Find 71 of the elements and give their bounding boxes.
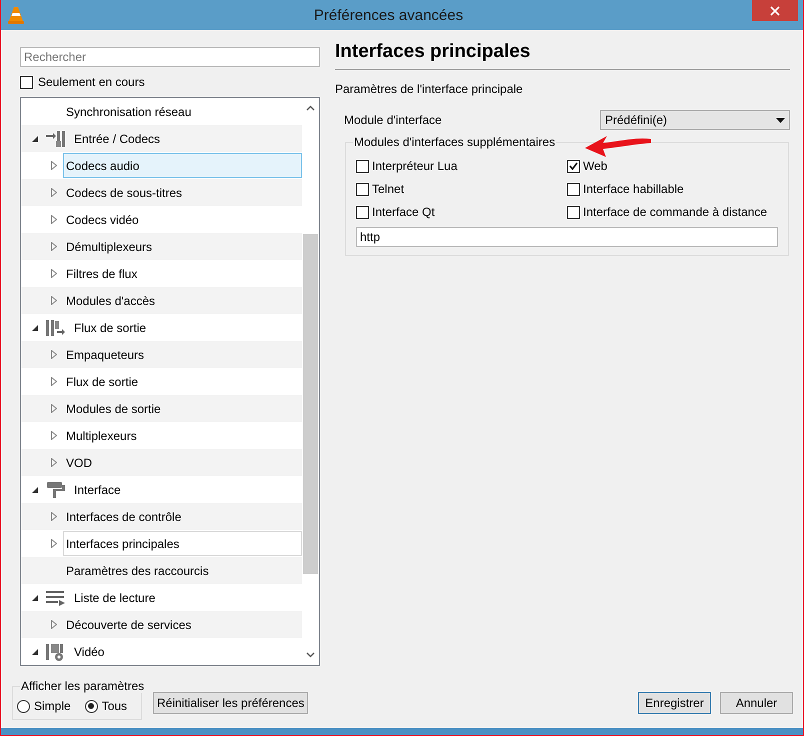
checkbox[interactable] (356, 206, 369, 218)
reset-button[interactable]: Réinitialiser les préférences (153, 692, 308, 714)
tree-item[interactable]: Flux de sortie (63, 369, 302, 394)
tree-item[interactable]: Interfaces principales (63, 531, 302, 556)
scroll-up-icon[interactable] (306, 105, 315, 111)
expand-arrow-icon[interactable] (51, 161, 57, 170)
tree-category[interactable]: Interface (74, 482, 121, 496)
group-title: Modules d'interfaces supplémentaires (353, 135, 556, 149)
tree-item[interactable]: Codecs vidéo (63, 207, 302, 232)
expand-arrow-icon[interactable] (51, 269, 57, 278)
field-label: Module d'interface (344, 113, 443, 127)
tree-category[interactable]: Vidéo (74, 644, 104, 658)
checkbox-label: Web (583, 159, 608, 173)
module-dropdown[interactable]: Prédéfini(e) (600, 110, 790, 130)
panel-title: Interfaces principales (335, 41, 790, 70)
checkbox[interactable] (567, 182, 580, 196)
scroll-thumb[interactable] (303, 234, 318, 574)
expand-arrow-icon[interactable] (51, 215, 57, 224)
expand-arrow-icon[interactable] (51, 512, 57, 521)
expand-arrow-icon[interactable] (51, 296, 57, 305)
collapse-triangle-icon[interactable] (31, 594, 39, 602)
category-icon (45, 128, 67, 148)
expand-arrow-icon[interactable] (51, 431, 57, 440)
tree-item[interactable]: Synchronisation réseau (63, 99, 302, 124)
checkbox[interactable] (356, 182, 369, 196)
tree-category[interactable]: Flux de sortie (74, 320, 146, 334)
checkbox-label: Interpréteur Lua (372, 159, 458, 173)
cancel-button[interactable]: Annuler (720, 692, 793, 714)
group-title: Afficher les paramètres (20, 679, 146, 693)
radio-label: Simple (34, 699, 71, 713)
tree-item[interactable]: Filtres de flux (63, 261, 302, 286)
checkbox-label: Seulement en cours (38, 75, 145, 89)
collapse-triangle-icon[interactable] (31, 134, 39, 142)
expand-arrow-icon[interactable] (51, 458, 57, 467)
expand-arrow-icon[interactable] (51, 188, 57, 197)
expand-arrow-icon[interactable] (51, 539, 57, 548)
radio-button[interactable] (17, 700, 30, 712)
checkbox[interactable] (356, 160, 369, 172)
radio-button[interactable] (84, 700, 98, 712)
close-icon (770, 6, 780, 16)
save-button[interactable]: Enregistrer (638, 692, 711, 714)
tree-category[interactable]: Entrée / Codecs (74, 132, 160, 146)
checkbox-label: Interface Qt (372, 205, 435, 219)
modules-field[interactable]: http (356, 227, 778, 247)
tree-category[interactable]: Liste de lecture (74, 590, 156, 604)
checkbox-label: Interface habillable (583, 182, 684, 196)
checkbox-label: Interface de commande à distance (583, 205, 768, 219)
category-icon (45, 480, 67, 500)
close-button[interactable] (752, 0, 798, 21)
scroll-down-icon[interactable] (306, 652, 315, 658)
category-icon (45, 318, 67, 338)
section-subtitle: Paramètres de l'interface principale (335, 82, 524, 96)
tree-item[interactable]: Codecs audio (63, 153, 302, 178)
expand-arrow-icon[interactable] (51, 404, 57, 413)
dropdown-caret-icon (776, 118, 785, 122)
collapse-triangle-icon[interactable] (31, 486, 39, 494)
collapse-triangle-icon[interactable] (31, 648, 39, 656)
tree-item[interactable]: Multiplexeurs (63, 423, 302, 448)
radio-label: Tous (102, 699, 128, 713)
collapse-triangle-icon[interactable] (31, 324, 39, 332)
checkbox-label: Telnet (372, 182, 404, 196)
traffic-cone-icon (7, 5, 25, 25)
search-field[interactable]: Rechercher (20, 47, 320, 67)
expand-arrow-icon[interactable] (51, 350, 57, 359)
checkbox[interactable] (20, 76, 33, 88)
checkbox[interactable] (567, 160, 580, 172)
expand-arrow-icon[interactable] (51, 620, 57, 629)
window-title: Préférences avancées (312, 6, 464, 24)
expand-arrow-icon[interactable] (51, 377, 57, 386)
expand-arrow-icon[interactable] (51, 242, 57, 251)
checkbox[interactable] (567, 206, 580, 218)
